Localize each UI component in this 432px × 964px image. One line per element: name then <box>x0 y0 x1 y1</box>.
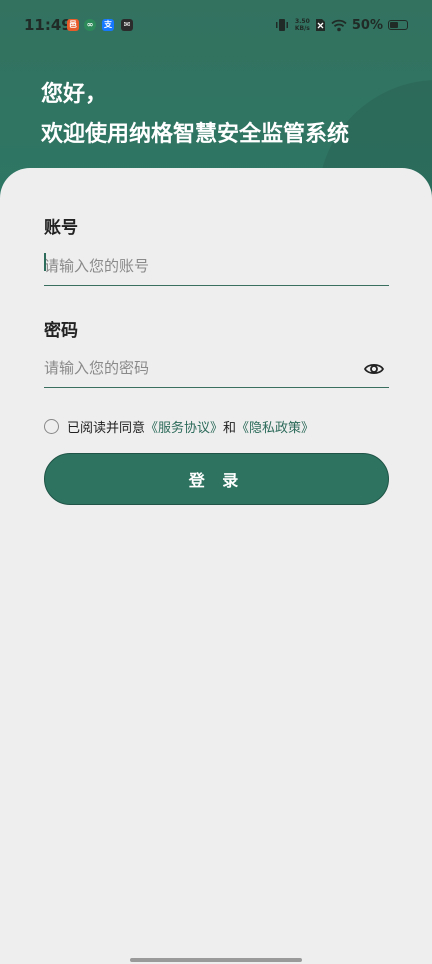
login-button[interactable]: 登 录 <box>44 453 389 505</box>
app-notification-icon: 邑 <box>67 19 79 31</box>
service-agreement-link[interactable]: 《服务协议》 <box>145 417 223 436</box>
agreement-conjunction: 和 <box>223 420 237 436</box>
greeting-line-1: 您好， <box>41 82 108 107</box>
battery-percent: 50% <box>351 17 383 33</box>
app-notification-icon: ∞ <box>84 19 96 31</box>
message-icon: ✉ <box>121 19 133 31</box>
agreement-text: 已阅读并同意 <box>67 420 146 436</box>
password-label: 密码 <box>44 321 78 341</box>
alipay-icon: 支 <box>102 19 114 31</box>
greeting-title: 欢迎使用纳格智慧安全监管系统 <box>41 122 350 147</box>
eye-icon[interactable] <box>363 358 385 380</box>
status-time: 11:49 <box>24 16 72 34</box>
login-card <box>0 168 432 964</box>
account-input[interactable] <box>44 246 389 286</box>
text-cursor <box>44 253 46 271</box>
account-label: 账号 <box>44 218 78 238</box>
privacy-policy-link[interactable]: 《隐私政策》 <box>236 417 314 436</box>
status-bar: 11:49 邑 ∞ 支 ✉ 3.50 KB/s 50% <box>0 0 432 50</box>
agreement-radio[interactable] <box>44 418 59 434</box>
agreement-row: 已阅读并同意 《服务协议》 和 《隐私政策》 <box>44 416 314 436</box>
wifi-icon <box>331 19 347 31</box>
greeting: 您好， 欢迎使用纳格智慧安全监管系统 <box>41 80 349 150</box>
battery-icon <box>388 20 408 30</box>
vibrate-icon <box>275 19 288 31</box>
sim-card-icon <box>315 19 325 31</box>
network-speed: 3.50 KB/s <box>294 18 310 32</box>
password-input[interactable] <box>44 348 389 388</box>
home-indicator[interactable] <box>130 958 302 962</box>
